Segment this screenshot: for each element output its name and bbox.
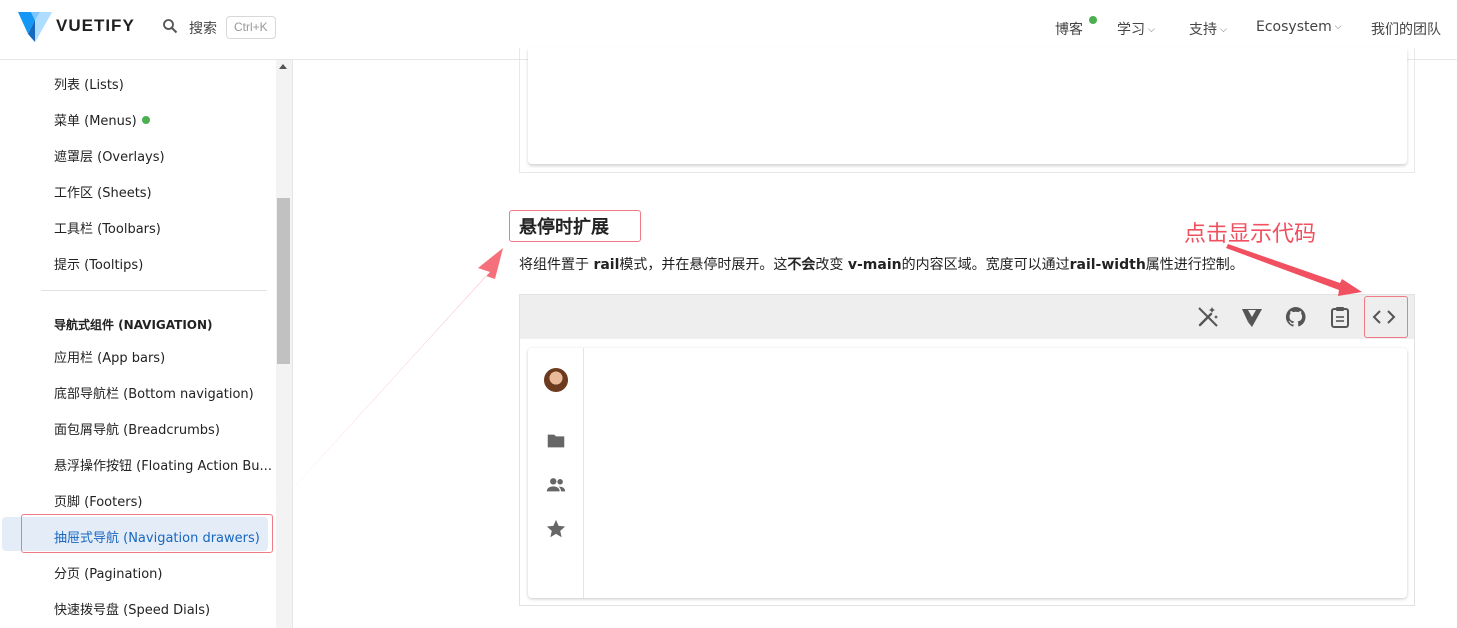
account-multiple-icon[interactable] [545, 474, 567, 496]
sidebar-item-speed-dials[interactable]: 快速拨号盘 (Speed Dials) [54, 599, 210, 618]
annotation-highlight-box [509, 210, 641, 242]
sidebar-item-bottom-navigation[interactable]: 底部导航栏 (Bottom navigation) [54, 383, 254, 402]
folder-icon[interactable] [545, 430, 567, 452]
search-shortcut-badge: Ctrl+K [226, 16, 276, 39]
star-icon[interactable] [545, 518, 567, 540]
new-badge-dot [141, 116, 150, 124]
scroll-up-arrow-icon[interactable] [279, 64, 287, 69]
sidebar-scrollbar-thumb[interactable] [277, 198, 290, 364]
sidebar-item-fab[interactable]: 悬浮操作按钮 (Floating Action Bu... [54, 455, 272, 474]
annotation-highlight-box [1364, 296, 1408, 338]
previous-example-demo [528, 48, 1407, 164]
annotation-arrow-to-code [1226, 244, 1362, 296]
example-toolbar [520, 295, 1414, 339]
chevron-down-icon: ⌵ [1148, 25, 1155, 35]
sidebar-divider [41, 290, 267, 291]
search-icon[interactable] [162, 18, 178, 34]
sidebar-item-breadcrumbs[interactable]: 面包屑导航 (Breadcrumbs) [54, 419, 220, 438]
search-button[interactable]: 搜索 [189, 18, 217, 38]
clipboard-icon[interactable] [1328, 305, 1352, 329]
magic-wand-off-icon[interactable] [1196, 305, 1220, 329]
sidebar-item-footers[interactable]: 页脚 (Footers) [54, 491, 142, 510]
brand-name[interactable]: VUETIFY [56, 16, 135, 36]
nav-blog[interactable]: 博客 [1055, 19, 1083, 39]
sidebar-section-header: 导航式组件 (NAVIGATION) [54, 318, 213, 332]
nav-team[interactable]: 我们的团队 [1371, 19, 1441, 39]
sidebar-item-overlays[interactable]: 遮罩层 (Overlays) [54, 146, 165, 165]
sidebar-item-tooltips[interactable]: 提示 (Tooltips) [54, 254, 143, 273]
vuetify-logo-icon[interactable] [18, 12, 52, 42]
github-icon[interactable] [1284, 305, 1308, 329]
section-description: 将组件置于 rail模式，并在悬停时展开。这不会改变 v-main的内容区域。宽… [519, 257, 1244, 273]
nav-learn[interactable]: 学习 ⌵ [1117, 19, 1155, 39]
example-demo-area [528, 348, 1407, 598]
avatar[interactable] [544, 368, 568, 392]
annotation-highlight-box [21, 514, 273, 553]
sidebar-item-toolbars[interactable]: 工具栏 (Toolbars) [54, 218, 161, 237]
blog-status-dot [1089, 16, 1097, 24]
nav-support[interactable]: 支持 ⌵ [1189, 19, 1227, 39]
sidebar-item-menus[interactable]: 菜单 (Menus) [54, 110, 150, 129]
vuetify-bin-icon[interactable] [1240, 305, 1264, 329]
chevron-down-icon: ⌵ [1334, 22, 1342, 32]
sidebar-item-app-bars[interactable]: 应用栏 (App bars) [54, 347, 165, 366]
sidebar-item-sheets[interactable]: 工作区 (Sheets) [54, 182, 152, 201]
chevron-down-icon: ⌵ [1220, 25, 1227, 35]
annotation-label: 点击显示代码 [1184, 222, 1317, 247]
annotation-arrow-to-title [276, 248, 503, 507]
sidebar-item-lists[interactable]: 列表 (Lists) [54, 74, 124, 93]
nav-ecosystem[interactable]: Ecosystem ⌵ [1256, 19, 1342, 35]
sidebar-item-pagination[interactable]: 分页 (Pagination) [54, 563, 162, 582]
sidebar-nav: 列表 (Lists) 菜单 (Menus) 遮罩层 (Overlays) 工作区… [0, 60, 293, 628]
